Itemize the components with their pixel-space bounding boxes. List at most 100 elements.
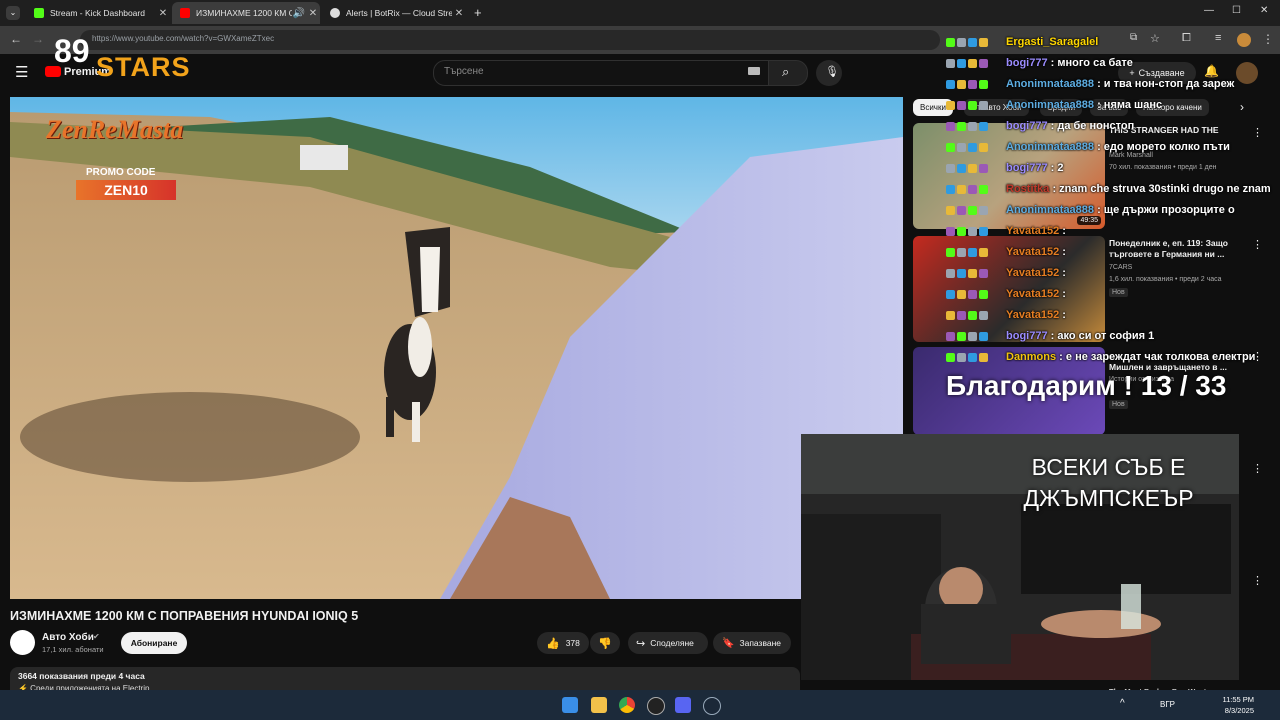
discord-icon[interactable] [675,697,691,713]
voice-search-button[interactable]: 🎙 [816,60,842,86]
badge-icon [979,310,988,320]
back-icon[interactable]: ← [10,32,22,46]
profile-avatar[interactable] [1237,33,1251,47]
keyboard-icon[interactable] [748,67,760,75]
badge-icon [957,205,966,215]
subscriber-count: 17,1 хил. абонати [42,645,104,654]
badge-icon [946,142,955,152]
chat-badges [946,99,1006,111]
badge-icon [979,205,988,215]
channel-avatar[interactable] [10,630,35,655]
chat-badges [946,183,1006,195]
chat-text: : [1059,225,1066,237]
tab-botrix[interactable]: Alerts | BotRix — Cloud Stream ✕ [322,2,466,24]
channel-name[interactable]: Авто Хоби [42,632,94,643]
badge-icon [946,100,955,110]
badge-icon [957,268,966,278]
tab-kick[interactable]: Stream - Kick Dashboard ✕ [26,2,170,24]
tab-list-icon[interactable]: ⌄ [6,6,20,20]
new-badge: Нов [1109,288,1128,297]
duration: 49:35 [1077,216,1101,225]
video-title-2[interactable]: Понеделник е, еп. 119: Защо търговете в … [1109,238,1249,260]
badge-icon [979,331,988,341]
share-button[interactable]: ↪ Споделяне [628,632,708,654]
chevron-right-icon[interactable]: › [1240,100,1244,114]
steam-icon[interactable] [703,697,721,715]
new-tab-button[interactable]: + [474,5,482,20]
chrome-icon[interactable] [619,697,635,713]
tray-chevron-icon[interactable]: ^ [1120,698,1125,709]
start-icon[interactable] [562,697,578,713]
obs-icon[interactable] [647,697,665,715]
chat-username: Anonimnataa888 [1006,99,1095,111]
maximize-button[interactable]: ☐ [1232,5,1241,16]
browser-tab-bar: ⌄ Stream - Kick Dashboard ✕ ИЗМИНАХМЕ 12… [0,0,1280,26]
extensions-icon[interactable]: ⧠ [1182,32,1191,45]
chat-text: : [1059,267,1066,279]
subscribe-button[interactable]: Абониране [121,632,187,654]
chat-text: : ако си от софия 1 [1047,330,1155,342]
speaker-icon[interactable]: 🔊 [292,8,306,19]
badge-icon [968,247,977,257]
chat-text: : [1059,309,1066,321]
badge-icon [979,58,988,68]
view-stats: 3664 показвания преди 4 часа [18,671,145,681]
badge-icon [946,331,955,341]
chat-text: : и тва нон-стоп да зареж [1094,78,1235,90]
chat-badges [946,36,1006,48]
badge-icon [946,205,955,215]
chat-username: Yavata152 [1006,246,1060,258]
bookmark-star-icon[interactable]: ☆ [1150,32,1160,45]
kick-icon [34,8,44,18]
badge-icon [957,247,966,257]
notifications-bell-icon[interactable]: 🔔 [1204,64,1219,78]
tab-youtube[interactable]: ИЗМИНАХМЕ 1200 КМ С П 🔊 ✕ [172,2,320,24]
chat-text: : znam che struva 30stinki drugo ne znam [1049,183,1271,195]
close-icon[interactable]: ✕ [452,8,466,19]
badge-icon [957,121,966,131]
like-button[interactable]: 👍 378 [537,632,589,654]
dislike-button[interactable]: 👎 [590,632,620,654]
video-player[interactable]: ZenReMasta PROMO CODE ZEN10 [10,97,903,599]
badge-icon [979,268,988,278]
clock[interactable]: 11:55 PM 8/3/2025 [1218,694,1254,716]
badge-icon [957,184,966,194]
channel-name-1[interactable]: Mark Marshall [1109,152,1153,159]
promo-overlay: ZenReMasta PROMO CODE ZEN10 [42,115,212,210]
forward-icon[interactable]: → [32,32,44,46]
more-options-icon[interactable]: ⋮ [1252,238,1263,251]
thumbs-down-icon: 👎 [598,637,612,650]
search-placeholder: Търсене [444,66,484,77]
hamburger-menu-icon[interactable]: ☰ [15,63,28,81]
chat-message: Yavata152 : [946,225,1066,237]
channel-name-2[interactable]: 7CARS [1109,264,1132,271]
badge-icon [946,79,955,89]
more-options-icon[interactable]: ⋮ [1252,462,1263,475]
video-meta-1: 70 хил. показвания • преди 1 ден [1109,164,1217,171]
more-options-icon[interactable]: ⋮ [1252,574,1263,587]
logo-number: 89 [54,33,90,69]
menu-dots-icon[interactable]: ⋮ [1262,32,1274,46]
thanks-counter: Благодарим ! 13 / 33 [946,370,1227,401]
minimize-button[interactable]: — [1204,5,1214,16]
chat-message: Anonimnataa888 : и тва нон-стоп да зареж [946,78,1234,90]
file-explorer-icon[interactable] [591,697,607,713]
thumbs-up-icon: 👍 [546,637,560,650]
search-button[interactable]: ⌕ [768,60,808,86]
chat-username: Ergasti_Saragalel [1006,36,1099,48]
close-icon[interactable]: ✕ [306,8,320,19]
install-icon[interactable]: ⧉ [1130,32,1137,43]
chat-text: : [1059,288,1066,300]
language-indicator[interactable]: ВГР [1160,700,1175,709]
chat-text: : ще държи прозорците о [1094,204,1235,216]
badge-icon [979,121,988,131]
save-button[interactable]: 🔖 Запазване [713,632,791,654]
close-icon[interactable]: ✕ [156,8,170,19]
account-avatar[interactable] [1236,62,1258,84]
chat-text: : е не зареждат чак толкова електри [1056,351,1256,363]
close-window-button[interactable]: ✕ [1260,5,1268,16]
media-icon[interactable]: ≡ [1215,32,1221,44]
shed [300,145,348,170]
more-options-icon[interactable]: ⋮ [1252,126,1263,139]
chat-username: Anonimnataa888 [1006,78,1095,90]
